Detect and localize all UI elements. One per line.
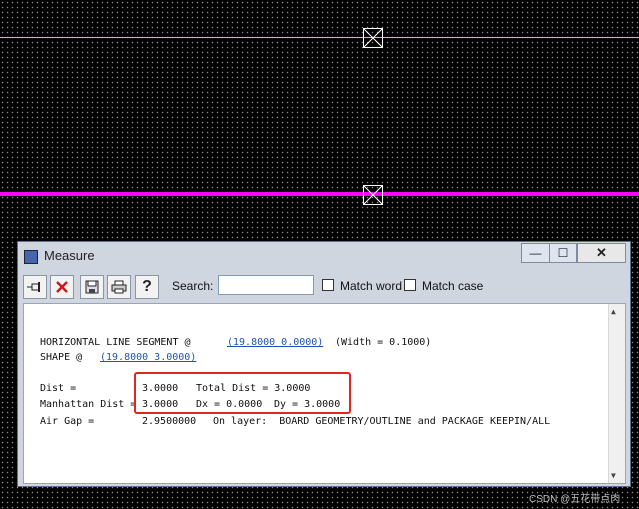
air-gap-value: 2.9500000 (142, 416, 197, 427)
delete-icon[interactable] (50, 275, 74, 299)
width-text: (Width = 0.1000) (335, 337, 432, 348)
yellow-horizontal-line (0, 37, 639, 38)
scroll-up-icon[interactable]: ▲ (611, 307, 616, 316)
match-word-label: Match word (340, 279, 403, 293)
line-segment-coord-link[interactable]: (19.8000 0.0000) (227, 337, 323, 348)
search-input[interactable] (218, 275, 314, 295)
shape-label: SHAPE @ (40, 352, 83, 363)
match-case-checkbox[interactable] (404, 279, 416, 291)
x-marker-icon[interactable] (363, 185, 383, 205)
pin-icon[interactable] (23, 275, 47, 299)
air-gap-label: Air Gap = (40, 416, 95, 427)
line-segment-label: HORIZONTAL LINE SEGMENT @ (40, 337, 191, 348)
vertical-scrollbar[interactable]: ▲ ▼ (608, 304, 625, 483)
x-marker-icon[interactable] (363, 28, 383, 48)
maximize-button[interactable]: ☐ (549, 243, 577, 263)
magenta-horizontal-line (0, 192, 639, 196)
match-case-label: Match case (422, 279, 484, 293)
close-button[interactable]: ✕ (577, 243, 626, 263)
watermark: CSDN @五花带点肉 (529, 494, 621, 505)
match-word-checkbox[interactable] (322, 279, 334, 291)
minimize-button[interactable]: — (521, 243, 549, 263)
toolbar: ? Search: Match word Match case (23, 274, 623, 300)
help-icon[interactable]: ? (135, 275, 159, 299)
red-highlight-box (134, 372, 351, 414)
layer-text: On layer: BOARD GEOMETRY/OUTLINE and PAC… (213, 416, 551, 427)
title-bar[interactable]: Measure — ☐ ✕ (18, 242, 630, 269)
save-icon[interactable] (80, 275, 104, 299)
window-app-icon (24, 250, 38, 264)
measure-output: HORIZONTAL LINE SEGMENT @ (19.8000 0.000… (23, 303, 626, 484)
dist-label: Dist = (40, 383, 77, 394)
window-title: Measure (44, 248, 95, 263)
search-label: Search: (172, 279, 214, 293)
print-icon[interactable] (107, 275, 131, 299)
shape-coord-link[interactable]: (19.8000 3.0000) (100, 352, 196, 363)
scroll-down-icon[interactable]: ▼ (611, 471, 616, 480)
measure-window: Measure — ☐ ✕ ? Search: Match word Match… (17, 241, 631, 487)
manhattan-dist-label: Manhattan Dist = (40, 399, 137, 410)
